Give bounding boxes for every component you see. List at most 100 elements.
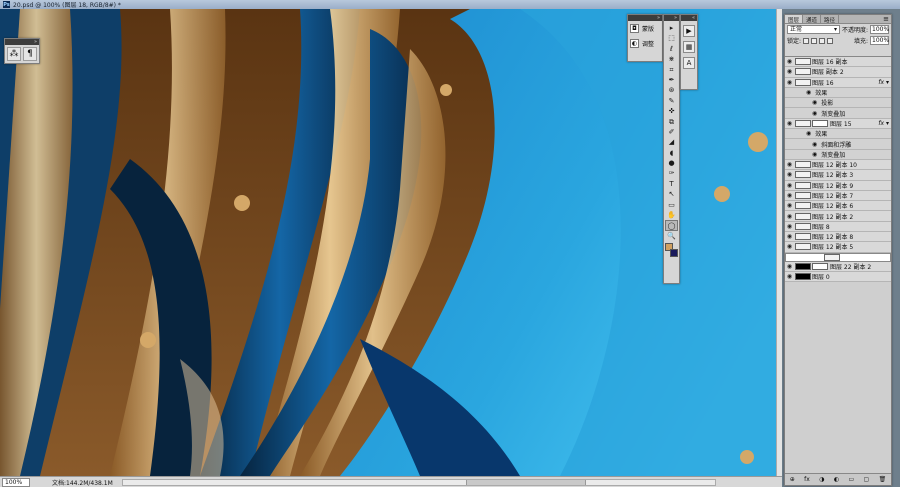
panel-menu-icon[interactable]: ≡ xyxy=(883,15,891,23)
color-swatches[interactable] xyxy=(665,243,678,259)
layer-row[interactable]: ◉ 图层 22 副本 2 xyxy=(785,261,891,272)
tool-icon[interactable]: ● xyxy=(665,158,678,168)
actions-icon[interactable]: ▦ xyxy=(683,41,695,53)
tool-icon[interactable]: ✐ xyxy=(665,127,678,137)
layer-action-icon[interactable]: fx xyxy=(804,476,810,483)
eye-icon[interactable]: ◉ xyxy=(785,243,794,250)
layer-row[interactable]: ◉ 图层 15 fx ▾ xyxy=(785,118,891,130)
layer-row[interactable]: ◉ 图层 12 副本 8 xyxy=(785,232,891,243)
background-color-swatch[interactable] xyxy=(670,249,678,258)
layer-row[interactable]: ◉ 图层 16 fx ▾ xyxy=(785,77,891,88)
vertical-scrollbar[interactable] xyxy=(776,9,782,476)
layer-row[interactable]: ◉ 图层 8 xyxy=(785,221,891,233)
layer-row[interactable]: ◉ 图层 12 副本 6 xyxy=(785,201,891,212)
layer-action-icon[interactable]: 🗑 xyxy=(879,476,887,483)
tab-layers[interactable]: 图层 xyxy=(785,15,804,24)
zoom-field[interactable]: 100% xyxy=(2,477,30,487)
effects-group-row[interactable]: ◉ 效果 xyxy=(785,87,891,99)
layer-mask-thumbnail[interactable] xyxy=(812,262,828,270)
opacity-field[interactable]: 100% xyxy=(870,25,889,34)
fill-field[interactable]: 100% xyxy=(870,36,889,45)
blend-mode-select[interactable]: 正常 ▾ xyxy=(787,25,840,34)
layer-row[interactable]: ◉ 图层 12 副本 9 xyxy=(785,180,891,191)
lock-all-icon[interactable] xyxy=(827,37,834,44)
layer-action-icon[interactable]: ⊕ xyxy=(790,476,795,483)
fill-label: 填充: xyxy=(853,38,868,45)
effect-row[interactable]: ◉ 渐变叠加 xyxy=(785,149,891,160)
tool-icon[interactable]: ℓ xyxy=(665,44,678,54)
adjustments-panel-button[interactable]: ◐ 调整 xyxy=(628,36,662,51)
type-icon[interactable]: A xyxy=(683,57,695,69)
effect-row[interactable]: ◉ 渐变叠加 xyxy=(785,108,891,119)
tool-icon[interactable]: ◯ xyxy=(665,220,678,231)
eye-icon[interactable]: ◉ xyxy=(785,223,794,230)
lock-position-icon[interactable] xyxy=(819,37,826,44)
eye-icon[interactable]: ◉ xyxy=(785,171,794,178)
eye-icon[interactable]: ◉ xyxy=(785,58,794,65)
character-icon[interactable]: ⁂ xyxy=(7,47,21,61)
eye-icon[interactable]: ◉ xyxy=(785,263,794,270)
layer-row[interactable]: ◉ 图层 12 副本 2 xyxy=(785,211,891,222)
lock-transparency-icon[interactable] xyxy=(803,37,810,44)
eye-icon[interactable]: ◉ xyxy=(788,254,797,261)
paragraph-icon[interactable]: ¶ xyxy=(23,47,37,61)
effect-row[interactable]: ◉ 投影 xyxy=(785,98,891,109)
tool-icon[interactable]: ⧉ xyxy=(665,117,678,127)
fx-icon[interactable]: fx ▾ xyxy=(878,79,889,86)
layer-row[interactable]: ◉ 图层 12 副本 10 xyxy=(785,159,891,171)
collapse-icon[interactable]: » xyxy=(657,15,660,21)
tool-icon[interactable]: ⌗ xyxy=(665,65,678,75)
tool-icon[interactable]: ▭ xyxy=(665,200,678,210)
tool-icon[interactable]: ✎ xyxy=(665,96,678,106)
layer-action-icon[interactable]: ◐ xyxy=(834,476,839,483)
tool-icon[interactable]: ⬚ xyxy=(665,33,678,43)
collapse-icon[interactable]: » xyxy=(34,39,37,45)
tool-icon[interactable]: T xyxy=(665,179,678,189)
eye-icon[interactable]: ◉ xyxy=(785,202,794,209)
tab-paths[interactable]: 路径 xyxy=(821,15,840,24)
layer-row[interactable]: ◉ 图层 16 副本 xyxy=(785,57,891,68)
eye-icon[interactable]: ◉ xyxy=(785,161,794,168)
tool-icon[interactable]: ◖ xyxy=(665,148,678,158)
layer-row[interactable]: ◉ 图层 12 副本 7 xyxy=(785,190,891,202)
history-icon[interactable]: ▶ xyxy=(683,25,695,37)
layer-mask-thumbnail[interactable] xyxy=(812,119,828,127)
layer-row[interactable]: ◉ 图层 12 副本 3 xyxy=(785,170,891,181)
tool-icon[interactable]: ✒ xyxy=(665,75,678,85)
eye-icon[interactable]: ◉ xyxy=(785,68,794,75)
dock-header[interactable]: « xyxy=(681,15,697,21)
eye-icon[interactable]: ◉ xyxy=(785,120,794,127)
scrollbar-thumb[interactable] xyxy=(466,480,587,485)
tool-icon[interactable]: ⊛ xyxy=(665,85,678,95)
tool-icon[interactable]: ▸ xyxy=(665,23,678,33)
tool-icon[interactable]: 🔍 xyxy=(665,231,678,241)
layer-row[interactable]: ◉ 图层 0 xyxy=(785,271,891,283)
layer-action-icon[interactable]: ▭ xyxy=(848,476,854,483)
layer-row[interactable]: ◉ 图层 12 副本 5 xyxy=(785,242,891,253)
eye-icon[interactable]: ◉ xyxy=(785,213,794,220)
fx-icon[interactable]: fx ▾ xyxy=(878,120,889,127)
eye-icon[interactable]: ◉ xyxy=(785,79,794,86)
eye-icon[interactable]: ◉ xyxy=(785,192,794,199)
tab-channels[interactable]: 通道 xyxy=(803,15,822,24)
tool-icon[interactable]: ↖ xyxy=(665,189,678,199)
eye-icon[interactable]: ◉ xyxy=(785,233,794,240)
lock-pixels-icon[interactable] xyxy=(811,37,818,44)
horizontal-scrollbar[interactable] xyxy=(122,479,716,486)
tool-icon[interactable]: ⋇ xyxy=(665,54,678,64)
tool-icon[interactable]: ✜ xyxy=(665,106,678,116)
layer-row[interactable]: ◉ 图层 副本 2 xyxy=(785,67,891,78)
collapse-icon[interactable]: » xyxy=(674,15,677,21)
eye-icon[interactable]: ◉ xyxy=(785,273,794,280)
effect-row[interactable]: ◉ 斜面和浮雕 xyxy=(785,139,891,150)
collapse-icon[interactable]: « xyxy=(692,15,695,21)
effects-group-row[interactable]: ◉ 效果 xyxy=(785,129,891,140)
masks-panel-button[interactable]: ◘ 蒙版 xyxy=(628,21,662,36)
tool-icon[interactable]: ◢ xyxy=(665,137,678,147)
layer-row[interactable]: ◉ 图层 18 xyxy=(785,252,891,262)
tool-icon[interactable]: ✋ xyxy=(665,210,678,220)
layer-action-icon[interactable]: ◑ xyxy=(819,476,824,483)
eye-icon[interactable]: ◉ xyxy=(785,182,794,189)
tool-icon[interactable]: ✑ xyxy=(665,168,678,178)
layer-action-icon[interactable]: ▢ xyxy=(864,476,870,483)
